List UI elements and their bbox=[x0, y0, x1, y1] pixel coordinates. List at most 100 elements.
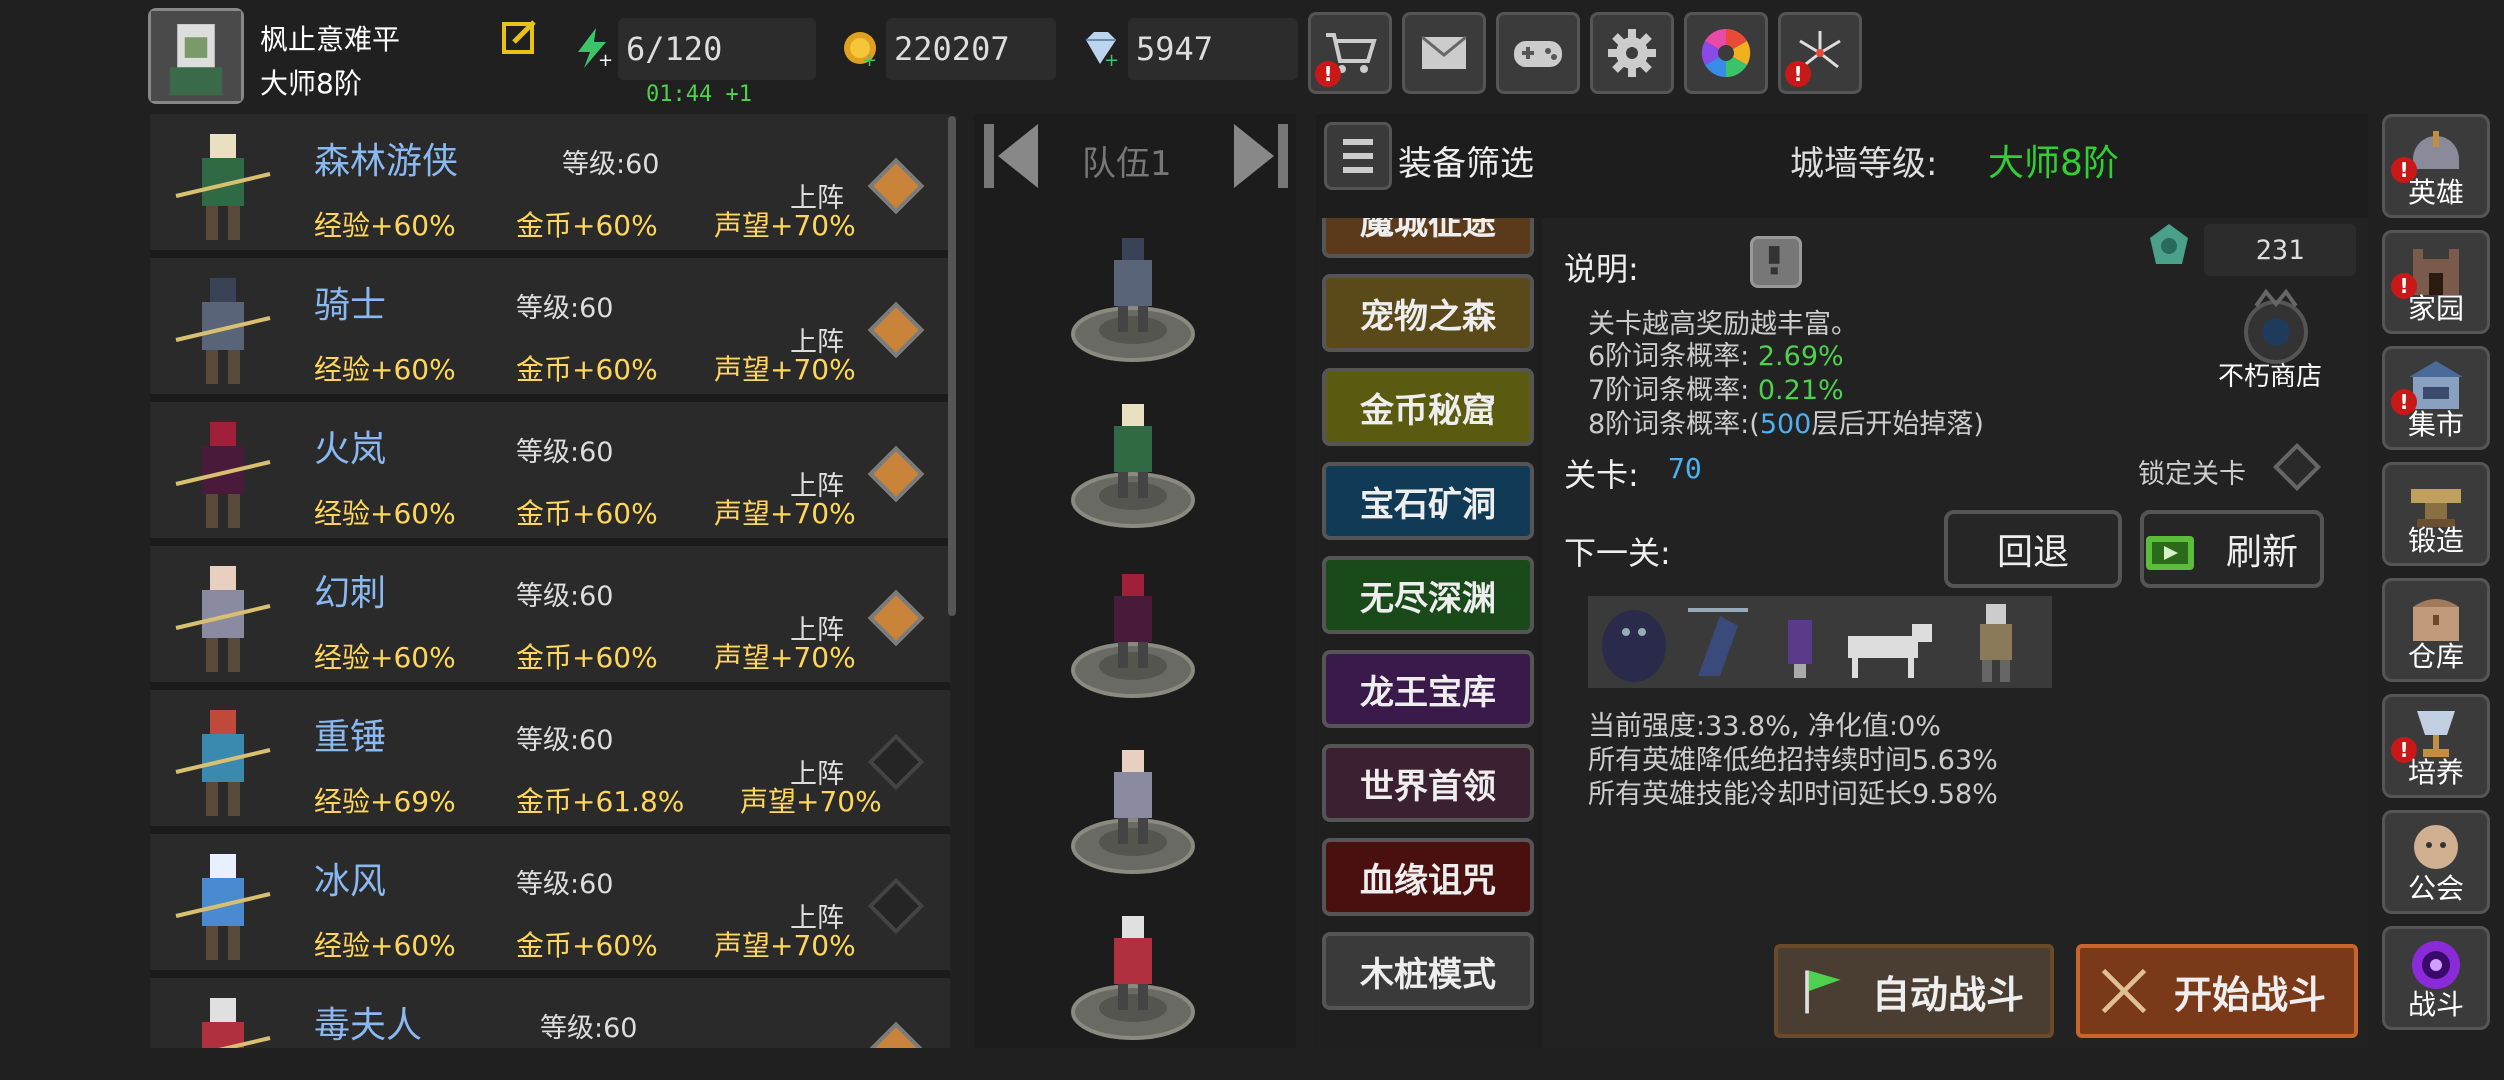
nav-label: 英雄 bbox=[2407, 176, 2464, 209]
mode-list[interactable]: 魔城征途宠物之森金币秘窟宝石矿洞无尽深渊龙王宝库世界首领血缘诅咒木桩模式 bbox=[1318, 218, 1538, 1048]
hero-list[interactable]: 森林游侠 等级:60 经验+60% 金币+60% 声望+70% 上阵 骑士 等级:60 经验+6… bbox=[150, 114, 950, 1048]
hero-row[interactable]: 幻刺 等级:60 经验+60% 金币+60% 声望+70% 上阵 bbox=[150, 546, 950, 682]
edit-name-icon[interactable] bbox=[500, 16, 540, 56]
start-battle-button[interactable]: 开始战斗 bbox=[2076, 944, 2358, 1038]
nav-chest[interactable]: 仓库 bbox=[2382, 578, 2490, 682]
mode-button[interactable]: 宝石矿洞 bbox=[1322, 462, 1534, 540]
info-hint-icon[interactable] bbox=[1750, 236, 1802, 288]
hero-sprite bbox=[175, 566, 271, 672]
settings-button[interactable] bbox=[1590, 12, 1674, 94]
color-wheel-button[interactable] bbox=[1684, 12, 1768, 94]
hero-gold-bonus: 金币+60% bbox=[516, 353, 658, 386]
mode-label: 世界首领 bbox=[1360, 766, 1496, 807]
next-stage-label: 下一关: bbox=[1564, 534, 1671, 572]
auto-battle-button[interactable]: 自动战斗 bbox=[1774, 944, 2054, 1038]
hero-name: 幻刺 bbox=[314, 573, 387, 614]
team-slot-hero[interactable] bbox=[1068, 902, 1198, 1042]
hero-row[interactable]: 重锤 等级:60 经验+69% 金币+61.8% 声望+70% 上阵 bbox=[150, 690, 950, 826]
stage-label: 关卡: bbox=[1564, 456, 1639, 494]
back-button[interactable]: 回退 bbox=[1944, 510, 2122, 588]
hero-sprite bbox=[175, 710, 271, 816]
team-prev-button[interactable] bbox=[978, 120, 1050, 192]
hero-gold-bonus: 金币+60% bbox=[516, 497, 658, 530]
rate8-suffix: 层后开始掉落) bbox=[1811, 409, 1984, 440]
hero-name: 火岚 bbox=[314, 429, 387, 470]
mail-button[interactable] bbox=[1402, 12, 1486, 94]
hero-deploy-toggle[interactable] bbox=[867, 301, 925, 359]
gold-value: 220207 bbox=[886, 18, 1056, 80]
hero-row[interactable]: 骑士 等级:60 经验+60% 金币+60% 声望+70% 上阵 bbox=[150, 258, 950, 394]
nav-label: 培养 bbox=[2407, 756, 2464, 789]
nav-chalice[interactable]: ! 培养 bbox=[2382, 694, 2490, 798]
nav-market[interactable]: ! 集市 bbox=[2382, 346, 2490, 450]
description-label: 说明: bbox=[1564, 250, 1639, 288]
nav-guild[interactable]: 公会 bbox=[2382, 810, 2490, 914]
hero-deploy-toggle[interactable] bbox=[867, 1021, 925, 1048]
hero-name: 毒夫人 bbox=[314, 1005, 423, 1046]
hero-sprite bbox=[175, 422, 271, 528]
gold-coin-icon[interactable]: + bbox=[838, 26, 882, 71]
mode-button[interactable]: 金币秘窟 bbox=[1322, 368, 1534, 446]
equipment-filter-button[interactable] bbox=[1324, 122, 1392, 190]
hero-deploy-label: 上阵 bbox=[790, 759, 844, 790]
mode-button[interactable]: 血缘诅咒 bbox=[1322, 838, 1534, 916]
shadow-beast-enemy bbox=[1602, 610, 1666, 682]
hero-row[interactable]: 森林游侠 等级:60 经验+60% 金币+60% 声望+70% 上阵 bbox=[150, 114, 950, 250]
hero-name: 重锤 bbox=[314, 717, 387, 758]
arrow-right-icon bbox=[1234, 124, 1288, 188]
team-next-button[interactable] bbox=[1222, 120, 1294, 192]
nav-label: 仓库 bbox=[2407, 640, 2464, 673]
team-slot-hero[interactable] bbox=[1068, 224, 1198, 364]
immortal-shop-label[interactable]: 不朽商店 bbox=[2218, 356, 2322, 393]
wall-level-label: 城墙等级: bbox=[1790, 144, 1938, 184]
equipment-filter-label: 装备筛选 bbox=[1398, 144, 1534, 184]
hero-deploy-toggle[interactable] bbox=[867, 157, 925, 215]
gamepad-button[interactable] bbox=[1496, 12, 1580, 94]
hero-list-scrollbar[interactable] bbox=[948, 116, 956, 616]
mode-button[interactable]: 宠物之森 bbox=[1322, 274, 1534, 352]
player-name: 枫止意难平 bbox=[260, 23, 401, 56]
team-slot-hero[interactable] bbox=[1068, 560, 1198, 700]
hero-sprite bbox=[202, 998, 271, 1048]
player-avatar[interactable] bbox=[148, 8, 244, 104]
mode-label: 无尽深渊 bbox=[1360, 578, 1496, 619]
mode-button[interactable]: 龙王宝库 bbox=[1322, 650, 1534, 728]
hero-deploy-toggle[interactable] bbox=[867, 445, 925, 503]
nav-castle[interactable]: ! 家园 bbox=[2382, 230, 2490, 334]
hero-row[interactable]: 冰风 等级:60 经验+60% 金币+60% 声望+70% 上阵 bbox=[150, 834, 950, 970]
mode-label: 魔城征途 bbox=[1360, 218, 1496, 243]
mode-button[interactable]: 魔城征途 bbox=[1322, 218, 1534, 258]
shop-cart-button[interactable]: ! bbox=[1308, 12, 1392, 94]
hero-level: 等级:60 bbox=[562, 149, 660, 180]
nav-portal[interactable]: 战斗 bbox=[2382, 926, 2490, 1030]
hero-level: 等级:60 bbox=[540, 1013, 638, 1044]
armored-soldier-enemy bbox=[1980, 604, 2012, 682]
stamina-icon: + bbox=[570, 26, 614, 71]
mode-label: 宠物之森 bbox=[1360, 296, 1496, 337]
nav-label: 战斗 bbox=[2407, 988, 2464, 1021]
team-slot-hero[interactable] bbox=[1068, 390, 1198, 530]
gem-value: 5947 bbox=[1128, 18, 1298, 80]
hero-row[interactable]: 毒夫人 等级:60 上阵 bbox=[150, 978, 950, 1048]
team-label: 队伍1 bbox=[1082, 144, 1172, 184]
refresh-label: 刷新 bbox=[2225, 532, 2298, 573]
gem-icon[interactable]: + bbox=[1078, 26, 1122, 71]
nav-anvil[interactable]: 锻造 bbox=[2382, 462, 2490, 566]
fireworks-button[interactable]: ! bbox=[1778, 12, 1862, 94]
hero-name: 骑士 bbox=[314, 285, 387, 326]
hero-name: 森林游侠 bbox=[314, 141, 459, 182]
team-slot-hero[interactable] bbox=[1068, 736, 1198, 876]
nav-label: 公会 bbox=[2407, 872, 2464, 905]
nav-label: 锻造 bbox=[2407, 524, 2464, 557]
mode-button[interactable]: 木桩模式 bbox=[1322, 932, 1534, 1010]
mode-label: 木桩模式 bbox=[1360, 954, 1496, 995]
stamina-value: 6/120 bbox=[618, 18, 816, 80]
hero-deploy-toggle[interactable] bbox=[867, 589, 925, 647]
nav-helmet[interactable]: ! 英雄 bbox=[2382, 114, 2490, 218]
stamina-timer: 01:44 +1 bbox=[646, 82, 752, 107]
mode-button[interactable]: 世界首领 bbox=[1322, 744, 1534, 822]
nav-label: 家园 bbox=[2407, 292, 2464, 325]
mode-button[interactable]: 无尽深渊 bbox=[1322, 556, 1534, 634]
hero-row[interactable]: 火岚 等级:60 经验+60% 金币+60% 声望+70% 上阵 bbox=[150, 402, 950, 538]
hero-deploy-toggle[interactable] bbox=[867, 877, 925, 935]
